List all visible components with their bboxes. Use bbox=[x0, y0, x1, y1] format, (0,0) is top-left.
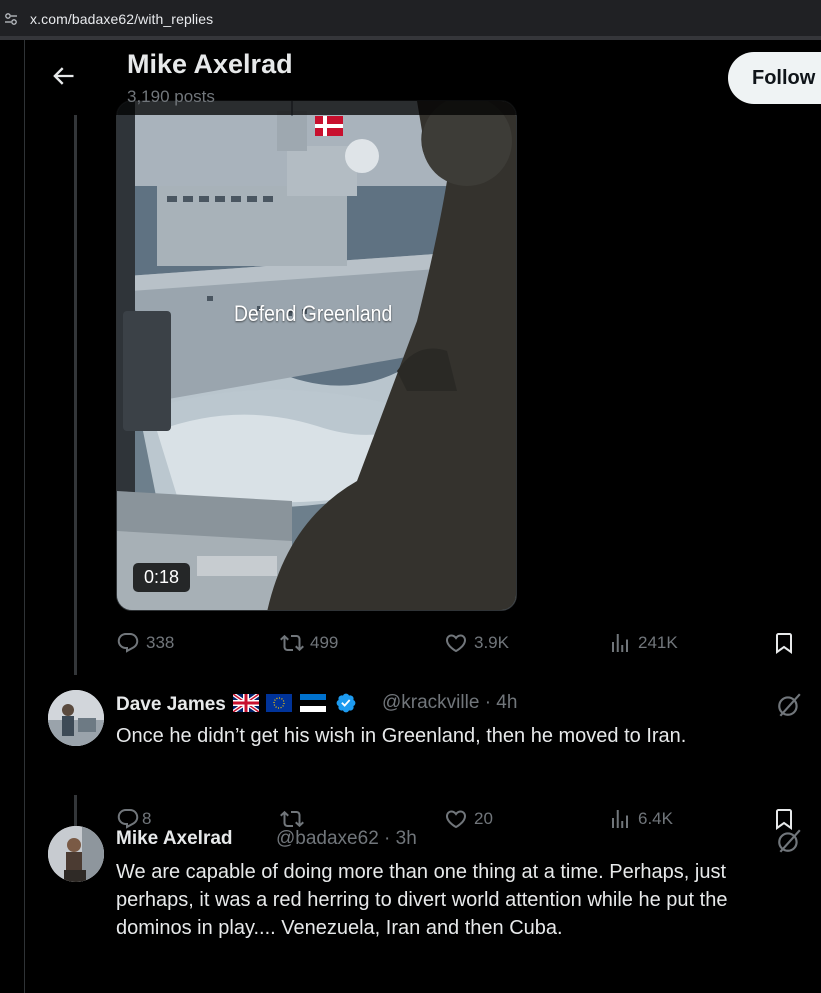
reply-button[interactable]: 338 bbox=[116, 630, 174, 656]
grok-icon[interactable] bbox=[776, 828, 802, 854]
back-arrow-icon[interactable] bbox=[49, 62, 77, 90]
timeline: Mike Axelrad 3,190 posts Follow Defend G… bbox=[24, 40, 821, 993]
repost-button[interactable]: 499 bbox=[280, 630, 338, 656]
tweet-text: Once he didn’t get his wish in Greenland… bbox=[116, 725, 687, 747]
repost-icon bbox=[280, 634, 304, 652]
timestamp[interactable]: · 3h bbox=[384, 828, 417, 849]
views-button[interactable]: 6.4K bbox=[608, 806, 673, 832]
estonia-flag-icon bbox=[299, 694, 326, 712]
reply-count: 8 bbox=[142, 809, 152, 828]
author-name-text: Dave James bbox=[116, 694, 226, 715]
video-frame bbox=[117, 101, 516, 610]
tweet-text: We are capable of doing more than one th… bbox=[116, 861, 728, 939]
heart-icon bbox=[445, 634, 467, 653]
grok-icon[interactable] bbox=[776, 692, 802, 718]
author-handle-and-time[interactable]: @badaxe62 · 3h bbox=[276, 828, 417, 850]
profile-header: Mike Axelrad 3,190 posts Follow bbox=[25, 40, 821, 115]
profile-name: Mike Axelrad bbox=[127, 49, 293, 79]
author-handle[interactable]: @badaxe62 bbox=[276, 828, 379, 849]
like-button[interactable]: 3.9K bbox=[444, 630, 509, 656]
like-count: 20 bbox=[474, 809, 493, 828]
reply-count: 338 bbox=[146, 633, 175, 652]
browser-url-bar[interactable]: x.com/badaxe62/with_replies bbox=[0, 0, 821, 40]
main-post-actions: 338 499 3.9K 241K bbox=[116, 630, 806, 656]
verified-badge-icon[interactable] bbox=[335, 692, 357, 714]
views-chart-icon bbox=[612, 634, 628, 652]
bookmark-button[interactable] bbox=[772, 630, 796, 656]
author-handle-and-time[interactable]: @krackville · 4h bbox=[382, 692, 517, 714]
follow-button[interactable]: Follow bbox=[728, 52, 821, 104]
video-caption: Defend Greenland bbox=[234, 301, 393, 326]
reply-icon bbox=[117, 633, 139, 653]
repost-count: 499 bbox=[310, 633, 339, 652]
like-count: 3.9K bbox=[474, 633, 509, 652]
video-duration: 0:18 bbox=[133, 563, 191, 592]
timestamp[interactable]: · 4h bbox=[485, 692, 518, 713]
site-settings-icon[interactable] bbox=[4, 12, 18, 26]
bookmark-icon bbox=[776, 633, 792, 654]
author-name[interactable]: Mike Axelrad bbox=[116, 828, 233, 850]
eu-flag-icon bbox=[266, 694, 293, 712]
url-text[interactable]: x.com/badaxe62/with_replies bbox=[30, 11, 213, 27]
uk-flag-icon bbox=[233, 694, 260, 712]
views-button[interactable]: 241K bbox=[608, 630, 678, 656]
view-count: 241K bbox=[638, 633, 678, 652]
views-chart-icon bbox=[612, 810, 628, 828]
avatar[interactable] bbox=[48, 826, 104, 882]
video-player[interactable]: Defend Greenland 0:18 bbox=[116, 100, 517, 611]
author-name[interactable]: Dave James bbox=[116, 692, 357, 716]
post-count: 3,190 posts bbox=[127, 87, 215, 106]
heart-icon bbox=[445, 810, 467, 829]
author-handle[interactable]: @krackville bbox=[382, 692, 479, 713]
view-count: 6.4K bbox=[638, 809, 673, 828]
avatar[interactable] bbox=[48, 690, 104, 746]
like-button[interactable]: 20 bbox=[444, 806, 493, 832]
thread-connector bbox=[74, 115, 77, 675]
